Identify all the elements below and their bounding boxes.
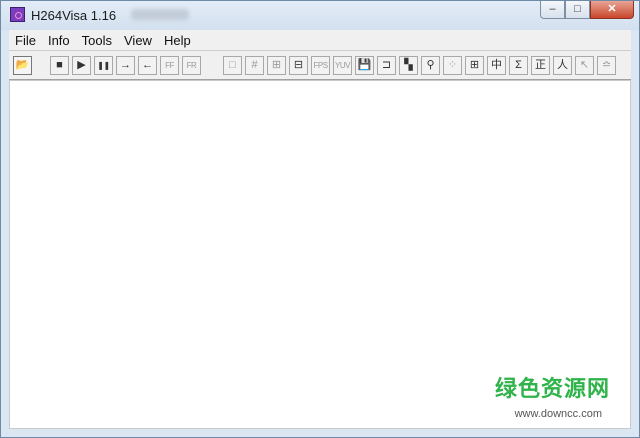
stop-icon[interactable]: ■ xyxy=(50,56,69,75)
save-icon[interactable]: 💾 xyxy=(355,56,374,75)
close-button[interactable]: ✕ xyxy=(590,1,634,19)
app-icon[interactable] xyxy=(10,7,25,22)
watermark-logo: 绿色资源网 xyxy=(494,376,610,401)
fast-forward-button[interactable]: FF xyxy=(160,56,179,75)
pause-icon[interactable]: ❚❚ xyxy=(94,56,113,75)
watermark-url: www.downcc.com xyxy=(514,408,602,420)
macroblock-icon[interactable]: ⊞ xyxy=(267,56,286,75)
middle-icon[interactable]: 中 xyxy=(487,56,506,75)
yuv-icon[interactable]: YUV xyxy=(333,56,352,75)
square-icon[interactable]: □ xyxy=(223,56,242,75)
title-bar[interactable]: H264Visa 1.16 – □ ✕ xyxy=(1,1,639,30)
menu-info[interactable]: Info xyxy=(42,30,76,50)
menu-help[interactable]: Help xyxy=(158,30,197,50)
window-title: H264Visa 1.16 xyxy=(31,8,117,23)
toolbar: 📂 ■ ▶ ❚❚ → ← FF FR □ # ⊞ ⊟ FPS YUV 💾 ⊐ ▚… xyxy=(9,51,631,80)
split-icon[interactable]: ⊟ xyxy=(289,56,308,75)
fast-rewind-button[interactable]: FR xyxy=(182,56,201,75)
binoculars-icon[interactable]: ⚲ xyxy=(421,56,440,75)
open-folder-icon[interactable]: 📂 xyxy=(13,56,32,75)
app-window: H264Visa 1.16 – □ ✕ File Info Tools View… xyxy=(0,0,640,438)
menu-bar: File Info Tools View Help xyxy=(9,30,631,51)
correct-icon[interactable]: 正 xyxy=(531,56,550,75)
prev-frame-icon[interactable]: ← xyxy=(138,56,157,75)
person-icon[interactable]: 人 xyxy=(553,56,572,75)
maximize-button[interactable]: □ xyxy=(565,1,590,19)
next-frame-icon[interactable]: → xyxy=(116,56,135,75)
fps-button[interactable]: FPS xyxy=(311,56,330,75)
menu-file[interactable]: File xyxy=(9,30,42,50)
menu-tools[interactable]: Tools xyxy=(76,30,118,50)
arrow-corner-icon[interactable]: ↖ xyxy=(575,56,594,75)
wave-icon[interactable]: ≏ xyxy=(597,56,616,75)
blurred-title-text xyxy=(131,9,189,20)
minimize-button[interactable]: – xyxy=(540,1,565,19)
checker-icon[interactable]: ▚ xyxy=(399,56,418,75)
sigma-icon[interactable]: Σ xyxy=(509,56,528,75)
dots-icon[interactable]: ⁘ xyxy=(443,56,462,75)
grid-icon[interactable]: # xyxy=(245,56,264,75)
menu-view[interactable]: View xyxy=(118,30,158,50)
window-icon[interactable]: ⊞ xyxy=(465,56,484,75)
caption-buttons: – □ ✕ xyxy=(540,1,634,20)
crop-icon[interactable]: ⊐ xyxy=(377,56,396,75)
play-icon[interactable]: ▶ xyxy=(72,56,91,75)
video-display-area[interactable]: 绿色资源网 www.downcc.com xyxy=(9,80,631,429)
